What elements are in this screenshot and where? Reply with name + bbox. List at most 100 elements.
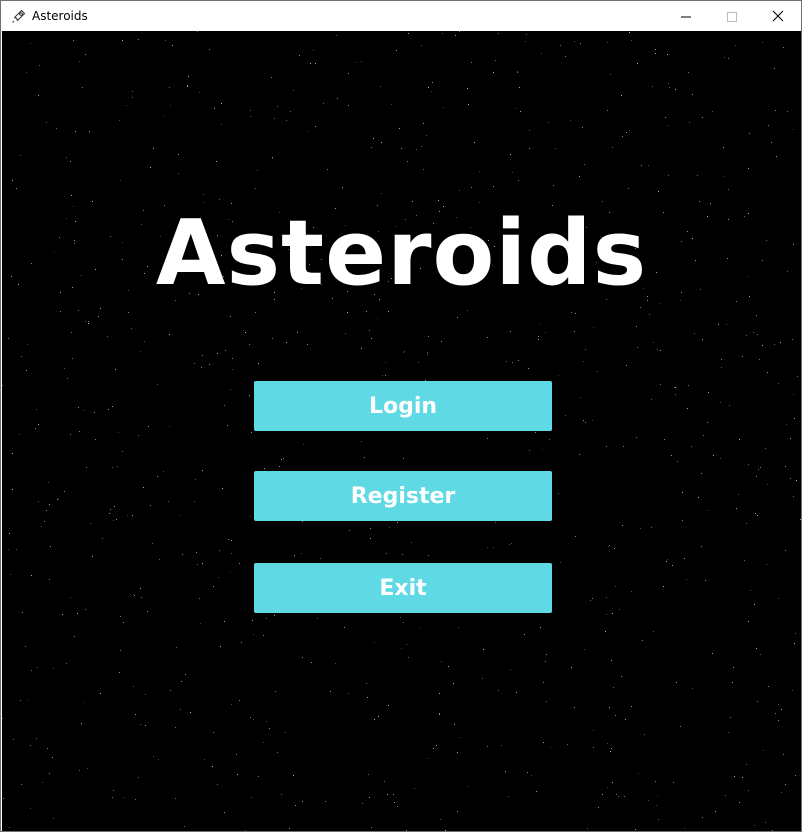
star	[732, 682, 733, 683]
star	[10, 574, 11, 575]
star	[70, 597, 71, 598]
star	[582, 127, 583, 128]
star	[368, 774, 369, 775]
star	[728, 58, 729, 59]
star	[493, 186, 494, 187]
star	[748, 168, 749, 169]
star	[356, 62, 357, 63]
close-button[interactable]	[755, 1, 801, 31]
star	[510, 669, 511, 670]
star	[611, 748, 612, 749]
star	[178, 173, 179, 174]
star	[613, 687, 614, 688]
star	[100, 693, 101, 694]
star	[487, 438, 488, 439]
exit-button[interactable]: Exit	[254, 563, 552, 613]
star	[404, 351, 405, 352]
star	[337, 98, 338, 99]
star	[487, 746, 488, 747]
star	[427, 352, 428, 353]
star	[281, 794, 282, 795]
star	[134, 595, 135, 596]
star	[299, 55, 300, 56]
star	[655, 49, 656, 50]
star	[266, 618, 267, 619]
star	[175, 727, 176, 728]
star	[707, 422, 708, 423]
star	[584, 649, 585, 650]
star	[190, 712, 191, 713]
star	[567, 744, 568, 745]
maximize-button[interactable]	[709, 1, 755, 31]
star	[560, 45, 561, 46]
register-button[interactable]: Register	[254, 471, 552, 521]
login-button[interactable]: Login	[254, 381, 552, 431]
star	[783, 754, 784, 755]
star	[290, 111, 291, 112]
star	[746, 335, 747, 336]
star	[385, 375, 386, 376]
star	[652, 86, 653, 87]
star	[684, 558, 685, 559]
star	[543, 682, 544, 683]
star	[629, 32, 630, 33]
star	[609, 707, 610, 708]
star	[527, 772, 528, 773]
star	[70, 434, 71, 435]
star	[728, 189, 729, 190]
star	[75, 131, 76, 132]
star	[52, 757, 53, 758]
star	[89, 131, 90, 132]
star	[712, 111, 713, 112]
star	[701, 546, 702, 547]
star	[536, 791, 537, 792]
star	[366, 683, 367, 684]
star	[657, 349, 658, 350]
star	[393, 794, 394, 795]
star	[612, 782, 613, 783]
star	[432, 82, 433, 83]
star	[219, 550, 220, 551]
star	[728, 732, 729, 733]
star	[401, 148, 402, 149]
window-title: Asteroids	[32, 9, 88, 23]
star	[416, 149, 417, 150]
star	[517, 72, 518, 73]
title-bar[interactable]: Asteroids	[1, 1, 801, 31]
star	[474, 142, 475, 143]
star	[250, 110, 251, 111]
star	[610, 74, 611, 75]
star	[347, 312, 348, 313]
star	[760, 467, 761, 468]
star	[401, 648, 402, 649]
star	[135, 714, 136, 715]
star	[170, 690, 171, 691]
star	[218, 577, 219, 578]
star	[348, 693, 349, 694]
star	[414, 788, 415, 789]
star	[793, 496, 794, 497]
star	[482, 678, 483, 679]
star	[275, 691, 276, 692]
star	[754, 604, 755, 605]
star	[511, 543, 512, 544]
star	[302, 801, 303, 802]
star	[202, 563, 203, 564]
star	[682, 520, 683, 521]
star	[258, 363, 259, 364]
star	[598, 807, 599, 808]
star	[768, 125, 769, 126]
star	[231, 704, 232, 705]
star	[152, 543, 153, 544]
star	[57, 499, 58, 500]
star	[325, 801, 326, 802]
star	[608, 546, 609, 547]
star	[721, 359, 722, 360]
star	[471, 187, 472, 188]
star	[386, 553, 387, 554]
star	[286, 120, 287, 121]
star	[418, 362, 419, 363]
star	[369, 797, 370, 798]
minimize-button[interactable]	[663, 1, 709, 31]
star	[16, 188, 17, 189]
